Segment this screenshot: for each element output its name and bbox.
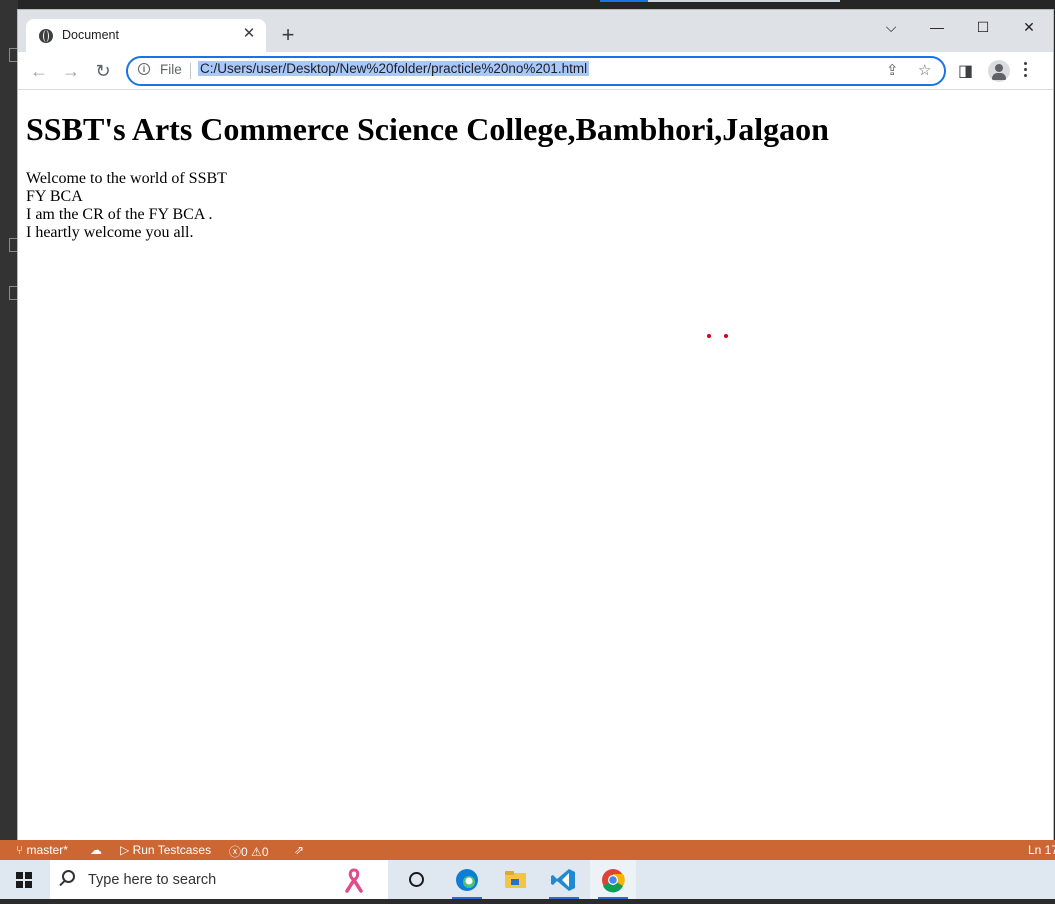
edge-icon <box>456 869 478 891</box>
address-bar[interactable]: i File C:/Users/user/Desktop/New%20folde… <box>126 56 946 86</box>
warning-count: 0 <box>261 845 269 859</box>
tab-bar: Document ✕ + ⌵ — ☐ ✕ <box>18 10 1053 52</box>
file-explorer-taskbar-app[interactable] <box>492 860 538 899</box>
tab-title: Document <box>62 28 119 42</box>
search-placeholder: Type here to search <box>88 872 217 888</box>
profile-avatar-icon[interactable] <box>988 60 1010 82</box>
text-line: I heartly welcome you all. <box>26 224 194 241</box>
run-testcases-label: Run Testcases <box>132 843 212 857</box>
taskbar-search-box[interactable]: Type here to search <box>50 860 388 899</box>
side-panel-icon[interactable]: ◨ <box>958 61 973 81</box>
omnibox-separator <box>190 63 191 79</box>
forward-button[interactable]: → <box>60 60 82 82</box>
sync-icon[interactable]: ☁ <box>90 843 102 857</box>
live-share-icon[interactable]: ⇗ <box>294 843 304 857</box>
globe-icon <box>39 29 53 43</box>
windows-taskbar: Type here to search <box>0 860 1055 899</box>
close-tab-icon[interactable]: ✕ <box>240 25 258 43</box>
vscode-taskbar-app[interactable] <box>541 860 587 899</box>
play-icon: ▷ <box>120 843 130 857</box>
git-branch-icon: ⑂ <box>16 843 24 857</box>
vscode-icon <box>551 869 575 891</box>
vscode-status-bar: ⑂ master* ☁ ▷ Run Testcases ⓧ0 ⚠0 ⇗ Ln 1… <box>0 840 1055 860</box>
page-heading: SSBT's Arts Commerce Science College,Bam… <box>26 111 829 147</box>
run-testcases-button[interactable]: ▷ Run Testcases <box>120 843 211 857</box>
task-view-icon[interactable] <box>409 872 424 887</box>
close-window-button[interactable]: ✕ <box>1014 18 1044 36</box>
share-icon[interactable]: ⇪ <box>886 61 899 79</box>
bookmark-star-icon[interactable]: ☆ <box>918 61 931 79</box>
info-icon[interactable]: i <box>138 63 150 75</box>
windows-start-icon[interactable] <box>16 872 32 888</box>
chrome-window: Document ✕ + ⌵ — ☐ ✕ ← → ↻ i File C:/Use… <box>18 10 1053 842</box>
new-tab-button[interactable]: + <box>276 24 300 48</box>
branch-name: master* <box>26 843 68 857</box>
reload-button[interactable]: ↻ <box>92 60 114 82</box>
scheme-label: File <box>160 62 182 77</box>
problems-status[interactable]: ⓧ0 ⚠0 <box>229 843 269 860</box>
maximize-button[interactable]: ☐ <box>968 18 998 36</box>
vscode-top-strip-accent <box>600 0 648 2</box>
pink-ribbon-icon <box>345 868 363 893</box>
text-line: Welcome to the world of SSBT <box>26 170 227 187</box>
warning-icon: ⚠ <box>251 845 262 859</box>
menu-kebab-icon[interactable] <box>1024 62 1028 80</box>
chrome-icon <box>602 869 625 893</box>
cursor-position[interactable]: Ln 17 <box>1028 843 1055 857</box>
error-icon: ⓧ <box>229 845 242 859</box>
minimize-button[interactable]: — <box>922 18 952 36</box>
vscode-activity-bar <box>0 0 19 840</box>
browser-toolbar: ← → ↻ i File C:/Users/user/Desktop/New%2… <box>18 52 1053 90</box>
edge-taskbar-app[interactable] <box>444 860 490 899</box>
page-paragraph: Welcome to the world of SSBT FY BCA I am… <box>26 170 227 242</box>
search-icon <box>62 870 75 883</box>
chrome-taskbar-app[interactable] <box>590 860 636 899</box>
text-line: FY BCA <box>26 188 83 205</box>
text-line: I am the CR of the FY BCA . <box>26 206 213 223</box>
tab-search-button[interactable]: ⌵ <box>876 18 906 36</box>
red-dot <box>707 334 711 338</box>
url-text[interactable]: C:/Users/user/Desktop/New%20folder/pract… <box>198 61 590 76</box>
branch-status[interactable]: ⑂ master* <box>16 843 68 857</box>
page-viewport: SSBT's Arts Commerce Science College,Bam… <box>18 90 1053 842</box>
red-dot <box>724 334 728 338</box>
folder-icon <box>505 871 526 888</box>
error-count: 0 <box>241 845 248 859</box>
tab-document[interactable]: Document ✕ <box>26 19 266 52</box>
back-button[interactable]: ← <box>28 60 50 82</box>
